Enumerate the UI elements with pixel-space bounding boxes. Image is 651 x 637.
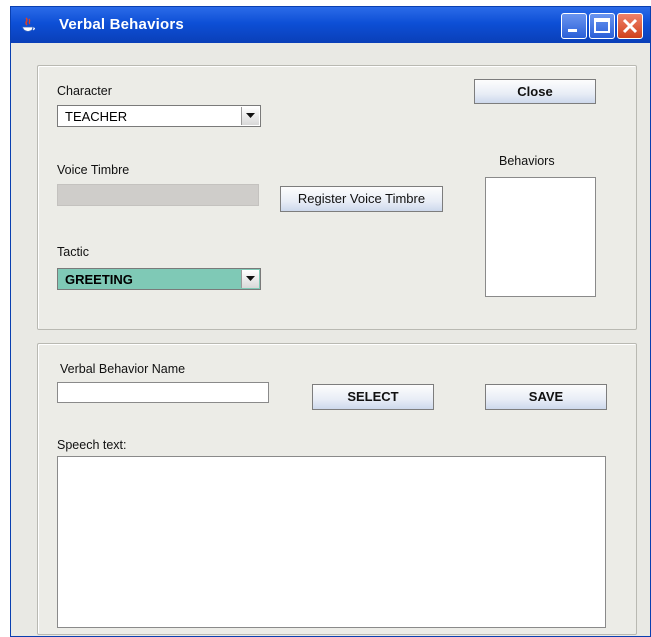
- behaviors-label: Behaviors: [499, 154, 555, 168]
- character-label: Character: [57, 84, 112, 98]
- verbal-behavior-name-label: Verbal Behavior Name: [60, 362, 186, 376]
- close-icon: [622, 18, 638, 34]
- voice-timbre-label: Voice Timbre: [57, 163, 130, 177]
- save-button[interactable]: SAVE: [485, 384, 607, 410]
- select-button[interactable]: SELECT: [312, 384, 434, 410]
- speech-text-label: Speech text:: [57, 438, 127, 452]
- settings-panel: Character TEACHER Voice Timbre Register …: [37, 65, 637, 330]
- voice-timbre-field: [57, 184, 259, 206]
- java-icon: [20, 16, 36, 34]
- close-window-button[interactable]: [617, 13, 643, 39]
- close-button[interactable]: Close: [474, 79, 596, 104]
- tactic-selected: GREETING: [65, 272, 133, 287]
- behavior-editor-panel: Verbal Behavior Name SELECT SAVE Speech …: [37, 343, 637, 635]
- title-bar[interactable]: Verbal Behaviors: [11, 7, 650, 43]
- tactic-label: Tactic: [57, 245, 89, 259]
- chevron-down-icon[interactable]: [241, 107, 259, 125]
- speech-text-area[interactable]: [57, 456, 606, 628]
- maximize-icon: [594, 18, 610, 33]
- verbal-behaviors-window: Verbal Behaviors Character TEACHER Voice…: [10, 6, 651, 637]
- behaviors-list[interactable]: [485, 177, 596, 297]
- chevron-down-icon[interactable]: [241, 270, 259, 288]
- register-voice-timbre-button[interactable]: Register Voice Timbre: [280, 186, 443, 212]
- character-selected: TEACHER: [65, 109, 128, 124]
- maximize-button[interactable]: [589, 13, 615, 39]
- minimize-button[interactable]: [561, 13, 587, 39]
- verbal-behavior-name-input[interactable]: [57, 382, 269, 403]
- minimize-icon: [568, 29, 577, 32]
- character-dropdown[interactable]: TEACHER: [57, 105, 261, 127]
- window-title: Verbal Behaviors: [59, 16, 184, 33]
- tactic-dropdown[interactable]: GREETING: [57, 268, 261, 290]
